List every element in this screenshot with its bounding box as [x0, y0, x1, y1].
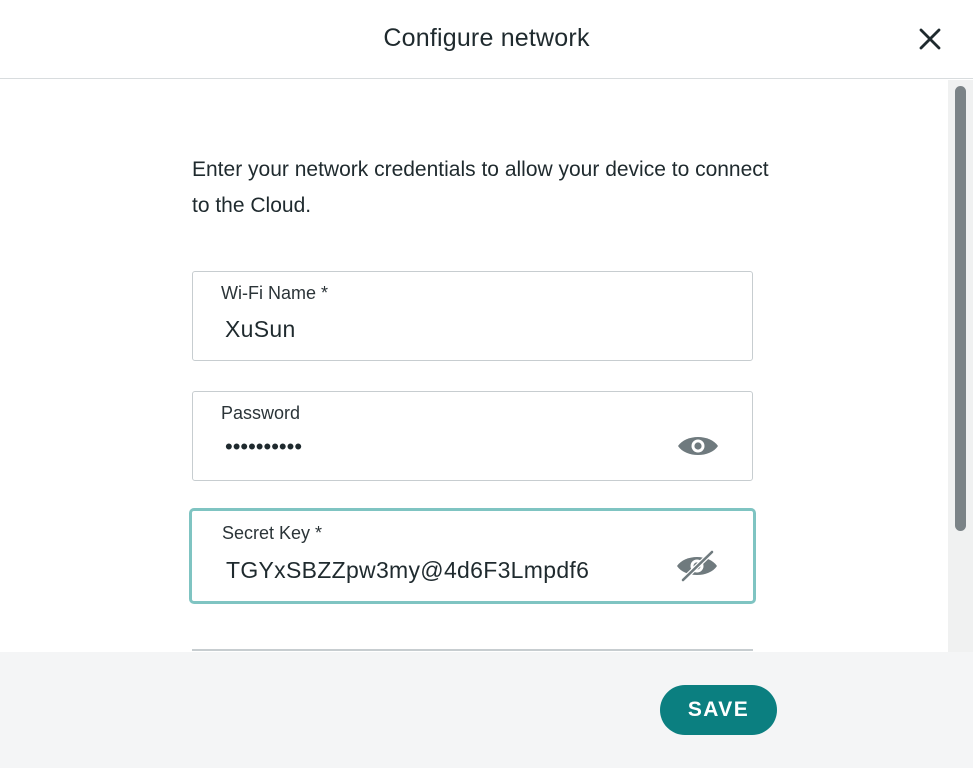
eye-icon — [678, 437, 718, 455]
password-field[interactable]: Password •••••••••• — [192, 391, 753, 481]
scrollbar-thumb[interactable] — [955, 86, 966, 531]
secret-key-input[interactable]: TGYxSBZZpw3my@4d6F3Lmpdf6 — [226, 557, 589, 584]
show-password-button[interactable] — [676, 430, 720, 462]
save-button[interactable]: SAVE — [660, 685, 777, 735]
dialog-footer: SAVE — [0, 652, 973, 768]
wifi-name-label: Wi-Fi Name * — [221, 283, 328, 303]
secret-key-label: Secret Key * — [222, 523, 323, 543]
hide-secret-key-button[interactable] — [675, 549, 719, 583]
wifi-name-field[interactable]: Wi-Fi Name * XuSun — [192, 271, 753, 361]
close-icon — [919, 28, 941, 50]
dialog-title: Configure network — [383, 24, 590, 52]
dialog-header: Configure network — [0, 0, 973, 79]
secret-key-field[interactable]: Secret Key * TGYxSBZZpw3my@4d6F3Lmpdf6 — [189, 508, 756, 604]
dialog-body: Enter your network credentials to allow … — [0, 80, 973, 652]
password-label: Password — [221, 403, 301, 423]
next-field-top-edge — [192, 649, 753, 651]
eye-slash-icon — [677, 549, 717, 583]
intro-text: Enter your network credentials to allow … — [192, 158, 769, 217]
wifi-name-input[interactable]: XuSun — [225, 316, 296, 343]
close-button[interactable] — [913, 22, 947, 56]
password-input[interactable]: •••••••••• — [225, 434, 302, 460]
configure-network-dialog: Configure network Enter your network cre… — [0, 0, 973, 768]
